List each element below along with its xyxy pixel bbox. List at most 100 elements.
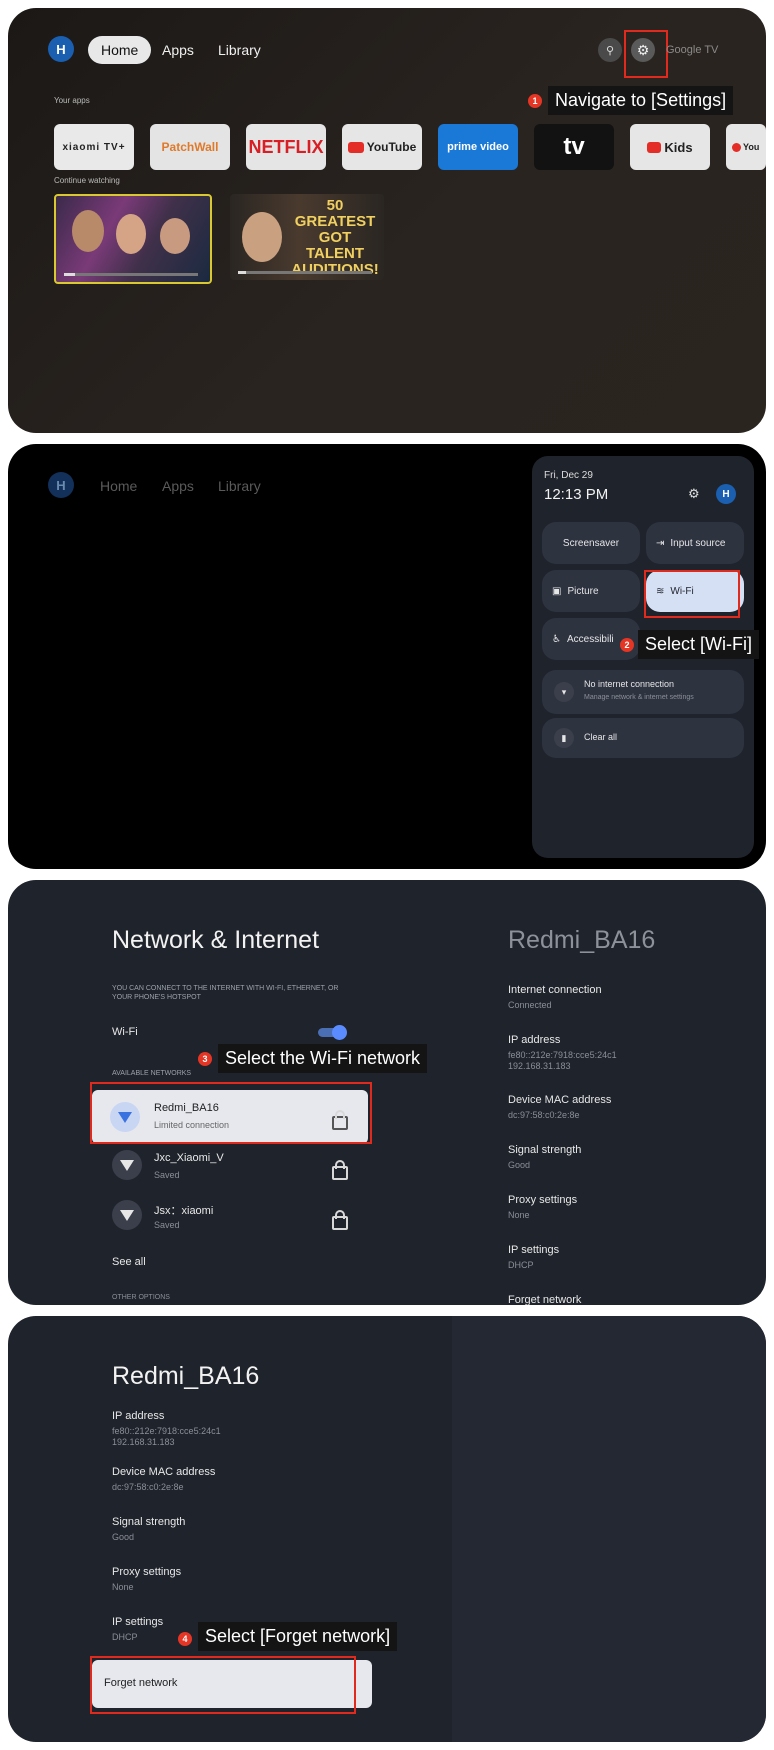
- instruction-callout: Select [Wi-Fi]: [638, 630, 760, 659]
- no-internet-icon: ▾: [554, 682, 574, 702]
- tile-label: Input source: [670, 537, 726, 549]
- youtube-play-icon: [347, 141, 364, 153]
- detail-value: Connected: [508, 1000, 552, 1010]
- step-badge: 1: [528, 94, 542, 108]
- instruction-callout: Navigate to [Settings]: [548, 86, 734, 115]
- app-label: You: [743, 142, 760, 152]
- network-internet-screen: Network & Internet YOU CAN CONNECT TO TH…: [8, 880, 766, 1305]
- app-tile-prime-video[interactable]: prime video: [438, 124, 518, 170]
- detail-value: Good: [112, 1532, 135, 1542]
- profile-avatar[interactable]: H: [48, 472, 74, 498]
- tile-input-source[interactable]: ⇥ Input source: [646, 522, 744, 564]
- nav-tab-apps[interactable]: Apps: [162, 42, 194, 58]
- nav-tab-library[interactable]: Library: [218, 478, 261, 494]
- thumbnail-person-2: [116, 214, 146, 254]
- instruction-callout: Select [Forget network]: [198, 1622, 398, 1651]
- thumbnail-title: 50 GREATEST GOT TALENT AUDITIONS!: [291, 197, 379, 278]
- detail-label: Device MAC address: [508, 1094, 612, 1106]
- right-pane: [452, 1316, 766, 1742]
- highlight-settings: [624, 30, 668, 78]
- continue-watching-item-2[interactable]: 50 GREATEST GOT TALENT AUDITIONS!: [230, 194, 384, 280]
- thumbnail-person-1: [72, 210, 104, 252]
- app-tile-xiaomi-tv[interactable]: xiaomi TV+: [54, 124, 134, 170]
- lock-icon: [332, 1210, 348, 1230]
- detail-value: None: [112, 1582, 134, 1592]
- youtube-kids-icon: [647, 141, 662, 153]
- search-icon: ⚲: [605, 44, 615, 57]
- app-tile-patchwall[interactable]: PatchWall: [150, 124, 230, 170]
- trash-icon: ▮: [554, 728, 574, 748]
- toggle-knob: [332, 1025, 347, 1040]
- network-status: Saved: [154, 1170, 180, 1180]
- thumbnail-person-3: [160, 218, 190, 254]
- quick-settings-panel-screen: H Home Apps Library Fri, Dec 29 12:13 PM…: [8, 444, 766, 869]
- other-options-header: OTHER OPTIONS: [112, 1294, 170, 1301]
- detail-value: fe80::212e:7918:cce5:24c1 192.168.31.183: [508, 1050, 617, 1071]
- date-label: Fri, Dec 29: [544, 470, 593, 481]
- see-all-link[interactable]: See all: [112, 1256, 146, 1268]
- section-your-apps: Your apps: [54, 96, 90, 105]
- no-internet-sublabel: Manage network & internet settings: [584, 694, 694, 701]
- step-badge: 2: [620, 638, 634, 652]
- highlight-wifi: [644, 570, 740, 618]
- detail-label: Signal strength: [508, 1144, 582, 1156]
- detail-label: Proxy settings: [508, 1194, 578, 1206]
- progress-fill: [64, 273, 75, 276]
- youtube-icon: [732, 142, 741, 152]
- app-label: Kids: [664, 139, 693, 155]
- input-source-icon: ⇥: [656, 537, 665, 549]
- continue-watching-item-1[interactable]: [54, 194, 212, 284]
- detail-label: IP address: [112, 1410, 165, 1422]
- thumbnail-person: [242, 212, 282, 262]
- panel-avatar[interactable]: H: [716, 484, 736, 504]
- progress-bar: [238, 271, 372, 274]
- nav-tab-apps[interactable]: Apps: [162, 478, 194, 494]
- home-screen-panel: H Home Apps Library ⚲ ⚙ Google TV 1 Navi…: [8, 8, 766, 433]
- network-name[interactable]: Jxc_Xiaomi_V: [154, 1152, 224, 1164]
- app-tile-netflix[interactable]: NETFLIX: [246, 124, 326, 170]
- clear-all-label: Clear all: [584, 732, 618, 742]
- wifi-toggle[interactable]: [318, 1025, 347, 1040]
- progress-fill: [238, 271, 247, 274]
- step-badge: 4: [178, 1632, 192, 1646]
- page-title: Network & Internet: [112, 926, 320, 954]
- tile-screensaver[interactable]: Screensaver: [542, 522, 640, 564]
- app-tile-apple-tv[interactable]: tv: [534, 124, 614, 170]
- detail-value: Good: [508, 1160, 531, 1170]
- wifi-signal-icon: [112, 1150, 142, 1180]
- accessibility-icon: ♿: [552, 633, 561, 645]
- available-networks-header: AVAILABLE NETWORKS: [112, 1070, 192, 1077]
- network-detail-screen: Redmi_BA16 IP address fe80::212e:7918:cc…: [8, 1316, 766, 1742]
- no-internet-label: No internet connection: [584, 679, 675, 689]
- search-button[interactable]: ⚲: [598, 38, 622, 62]
- step-badge: 3: [198, 1052, 212, 1066]
- app-tile-youtube-partial[interactable]: You: [726, 124, 766, 170]
- highlight-network: [90, 1082, 372, 1144]
- clear-all-row[interactable]: ▮ Clear all: [542, 718, 744, 758]
- detail-label: Proxy settings: [112, 1566, 182, 1578]
- page-description: YOU CAN CONNECT TO THE INTERNET WITH WI-…: [112, 985, 339, 1001]
- page-title: Redmi_BA16: [112, 1362, 260, 1390]
- nav-tab-library[interactable]: Library: [218, 42, 261, 58]
- nav-tab-home[interactable]: Home: [88, 36, 152, 64]
- tile-picture[interactable]: ▣ Picture: [542, 570, 640, 612]
- detail-value: fe80::212e:7918:cce5:24c1 192.168.31.183: [112, 1426, 221, 1447]
- detail-label: Signal strength: [112, 1516, 186, 1528]
- app-tile-youtube[interactable]: YouTube: [342, 124, 422, 170]
- network-status: Saved: [154, 1220, 180, 1230]
- detail-label: Internet connection: [508, 984, 602, 996]
- progress-bar: [64, 273, 198, 276]
- profile-avatar[interactable]: H: [48, 36, 74, 62]
- app-tile-youtube-kids[interactable]: Kids: [630, 124, 710, 170]
- google-tv-label: Google TV: [666, 44, 719, 56]
- detail-value: None: [508, 1210, 530, 1220]
- time-label: 12:13 PM: [544, 486, 609, 503]
- network-name[interactable]: Jsx：xiaomi: [154, 1202, 213, 1218]
- gear-icon[interactable]: ⚙: [688, 486, 700, 502]
- nav-tab-home[interactable]: Home: [100, 478, 137, 494]
- network-status-row[interactable]: ▾ No internet connection Manage network …: [542, 670, 744, 714]
- detail-title: Redmi_BA16: [508, 926, 656, 954]
- tile-label: Screensaver: [562, 537, 620, 549]
- detail-value: dc:97:58:c0:2e:8e: [508, 1110, 580, 1120]
- section-continue-watching: Continue watching: [54, 176, 120, 185]
